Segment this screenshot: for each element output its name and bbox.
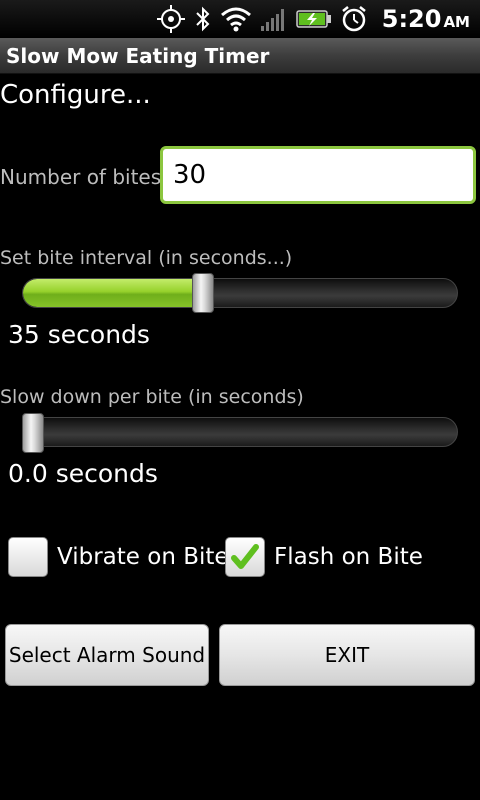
- status-clock: 5:20 AM: [382, 5, 470, 33]
- bluetooth-icon: [194, 5, 212, 33]
- vibrate-checkbox[interactable]: [8, 537, 48, 577]
- select-alarm-sound-button[interactable]: Select Alarm Sound: [5, 624, 209, 686]
- vibrate-label[interactable]: Vibrate on Bite: [57, 544, 229, 570]
- bite-interval-value: 35 seconds: [8, 320, 150, 349]
- slow-down-label: Slow down per bite (in seconds): [0, 386, 304, 408]
- app-title: Slow Mow Eating Timer: [6, 43, 270, 68]
- exit-button[interactable]: EXIT: [219, 624, 475, 686]
- bites-input[interactable]: [160, 146, 476, 204]
- battery-charging-icon: [296, 5, 332, 33]
- bite-interval-slider[interactable]: [22, 278, 458, 308]
- signal-icon: [260, 5, 288, 33]
- flash-label[interactable]: Flash on Bite: [274, 544, 423, 570]
- slow-down-thumb[interactable]: [22, 413, 44, 453]
- clock-ampm: AM: [443, 13, 470, 31]
- bite-interval-fill: [23, 279, 204, 307]
- status-bar: 5:20 AM: [0, 0, 480, 38]
- flash-check-icon: [231, 544, 259, 569]
- wifi-icon: [220, 5, 252, 33]
- alarm-icon: [340, 5, 368, 33]
- bites-label: Number of bites:: [0, 165, 168, 189]
- slow-down-slider[interactable]: [22, 417, 458, 447]
- bite-interval-label: Set bite interval (in seconds...): [0, 247, 293, 269]
- configure-heading: Configure...: [0, 80, 151, 110]
- gps-icon: [156, 5, 186, 33]
- flash-checkbox[interactable]: [225, 537, 265, 577]
- clock-time: 5:20: [381, 5, 442, 33]
- slow-down-value: 0.0 seconds: [8, 459, 158, 488]
- bite-interval-thumb[interactable]: [192, 273, 214, 313]
- app-title-bar: Slow Mow Eating Timer: [0, 38, 480, 74]
